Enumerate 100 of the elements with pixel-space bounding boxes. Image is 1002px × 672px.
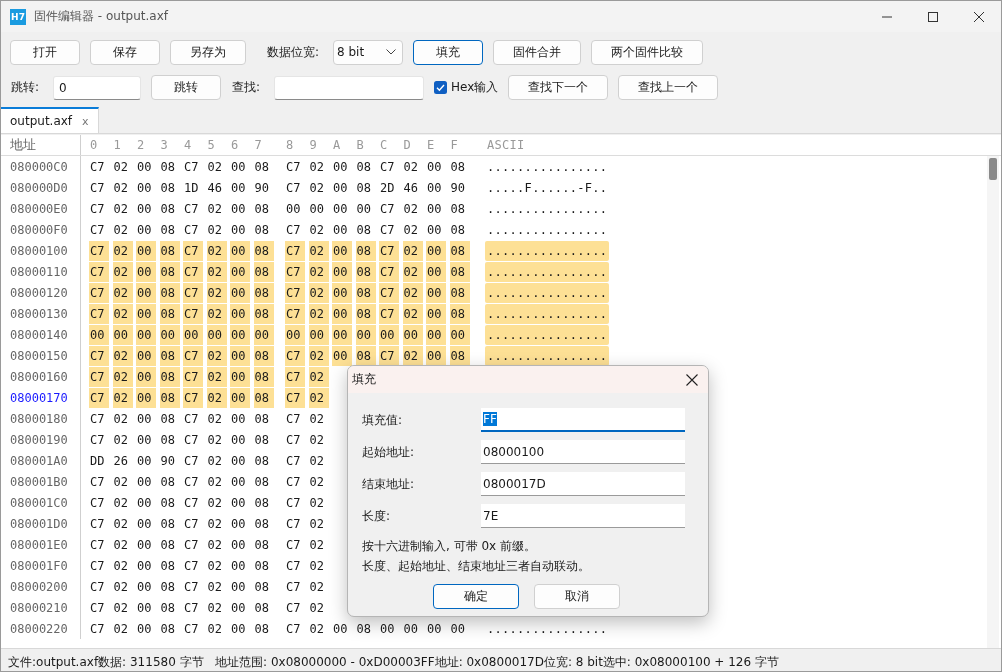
byte-cell[interactable]: C7 (89, 366, 109, 387)
byte-cell[interactable]: 00 (230, 345, 250, 366)
byte-cell[interactable]: 00 (332, 156, 352, 177)
byte-cell[interactable]: C7 (89, 471, 109, 492)
byte-cell[interactable]: 90 (159, 450, 180, 471)
byte-cell[interactable]: 02 (112, 261, 133, 282)
byte-cell[interactable]: C7 (379, 219, 399, 240)
byte-cell[interactable]: 02 (206, 366, 227, 387)
byte-cell[interactable]: C7 (285, 429, 305, 450)
byte-cell[interactable]: 00 (230, 618, 250, 639)
byte-cell[interactable]: 02 (308, 597, 329, 618)
byte-cell[interactable]: 02 (206, 513, 227, 534)
byte-cell[interactable]: 08 (449, 219, 470, 240)
byte-cell[interactable]: 02 (308, 240, 329, 261)
byte-cell[interactable]: 00 (332, 261, 352, 282)
byte-cell[interactable]: C7 (183, 198, 203, 219)
byte-cell[interactable]: 02 (112, 219, 133, 240)
byte-cell[interactable]: 08 (355, 156, 376, 177)
byte-cell[interactable]: 08 (253, 597, 274, 618)
byte-cell[interactable]: C7 (285, 240, 305, 261)
byte-cell[interactable]: 08 (159, 513, 180, 534)
byte-cell[interactable]: 00 (136, 471, 156, 492)
byte-cell[interactable]: C7 (285, 534, 305, 555)
byte-cell[interactable]: 02 (308, 408, 329, 429)
byte-cell[interactable]: 02 (402, 156, 423, 177)
byte-cell[interactable]: C7 (285, 219, 305, 240)
byte-cell[interactable]: C7 (89, 282, 109, 303)
byte-cell[interactable]: 02 (206, 408, 227, 429)
dialog-button[interactable]: 取消 (534, 584, 620, 609)
byte-cell[interactable]: C7 (183, 156, 203, 177)
byte-cell[interactable]: C7 (285, 597, 305, 618)
byte-cell[interactable]: 00 (159, 324, 180, 345)
byte-cell[interactable]: 00 (332, 240, 352, 261)
byte-cell[interactable]: C7 (89, 429, 109, 450)
byte-cell[interactable]: 00 (332, 219, 352, 240)
byte-cell[interactable]: 02 (206, 345, 227, 366)
byte-cell[interactable]: 00 (112, 324, 133, 345)
byte-cell[interactable]: 00 (332, 177, 352, 198)
byte-cell[interactable]: 08 (449, 261, 470, 282)
input-field[interactable]: 7E (481, 504, 685, 528)
byte-cell[interactable]: C7 (183, 282, 203, 303)
byte-cell[interactable]: 02 (112, 618, 133, 639)
byte-cell[interactable]: 08 (253, 345, 274, 366)
byte-cell[interactable]: C7 (183, 429, 203, 450)
byte-cell[interactable]: 00 (253, 324, 274, 345)
input-field[interactable]: 0800017D (481, 472, 685, 496)
byte-cell[interactable]: C7 (183, 534, 203, 555)
byte-cell[interactable]: 08 (159, 219, 180, 240)
byte-cell[interactable]: C7 (183, 219, 203, 240)
byte-cell[interactable]: 08 (355, 282, 376, 303)
byte-cell[interactable]: 00 (379, 618, 399, 639)
byte-cell[interactable]: C7 (379, 282, 399, 303)
byte-cell[interactable]: 00 (332, 324, 352, 345)
byte-cell[interactable]: 08 (159, 618, 180, 639)
input-field[interactable]: FF (481, 408, 685, 432)
byte-cell[interactable]: 00 (136, 366, 156, 387)
byte-cell[interactable]: C7 (89, 618, 109, 639)
byte-cell[interactable]: 00 (449, 618, 470, 639)
byte-cell[interactable]: 02 (308, 177, 329, 198)
byte-cell[interactable]: 00 (230, 429, 250, 450)
byte-cell[interactable]: 02 (308, 366, 329, 387)
byte-cell[interactable]: 02 (206, 198, 227, 219)
byte-cell[interactable]: 08 (355, 618, 376, 639)
byte-cell[interactable]: 02 (308, 303, 329, 324)
byte-cell[interactable]: 02 (206, 597, 227, 618)
byte-cell[interactable]: 02 (206, 555, 227, 576)
byte-cell[interactable]: 00 (136, 324, 156, 345)
byte-cell[interactable]: 00 (136, 282, 156, 303)
byte-cell[interactable]: 08 (253, 240, 274, 261)
byte-cell[interactable]: 08 (159, 597, 180, 618)
byte-cell[interactable]: 00 (136, 345, 156, 366)
byte-cell[interactable]: 08 (159, 366, 180, 387)
hex-input-checkbox[interactable]: Hex输入 (434, 79, 499, 96)
byte-cell[interactable]: C7 (89, 219, 109, 240)
byte-cell[interactable]: 02 (112, 156, 133, 177)
byte-cell[interactable]: C7 (183, 240, 203, 261)
byte-cell[interactable]: 00 (426, 219, 446, 240)
byte-cell[interactable]: 02 (402, 198, 423, 219)
byte-cell[interactable]: 08 (159, 177, 180, 198)
byte-cell[interactable]: 00 (136, 534, 156, 555)
byte-cell[interactable]: 00 (136, 618, 156, 639)
byte-cell[interactable]: 02 (112, 471, 133, 492)
byte-cell[interactable]: 00 (308, 324, 329, 345)
byte-cell[interactable]: C7 (183, 576, 203, 597)
byte-cell[interactable]: 00 (332, 282, 352, 303)
byte-cell[interactable]: 02 (402, 261, 423, 282)
byte-cell[interactable]: C7 (379, 156, 399, 177)
scrollbar[interactable] (987, 156, 999, 648)
byte-cell[interactable]: 00 (230, 555, 250, 576)
byte-cell[interactable]: 02 (112, 282, 133, 303)
byte-cell[interactable]: 02 (308, 387, 329, 408)
byte-cell[interactable]: 00 (230, 282, 250, 303)
byte-cell[interactable]: 08 (449, 156, 470, 177)
toolbar-button[interactable]: 固件合并 (493, 39, 582, 65)
byte-cell[interactable]: 02 (206, 471, 227, 492)
byte-cell[interactable]: C7 (89, 408, 109, 429)
byte-cell[interactable]: 00 (285, 324, 305, 345)
maximize-icon[interactable] (928, 11, 938, 22)
byte-cell[interactable]: 00 (230, 177, 250, 198)
byte-cell[interactable]: 08 (159, 387, 180, 408)
